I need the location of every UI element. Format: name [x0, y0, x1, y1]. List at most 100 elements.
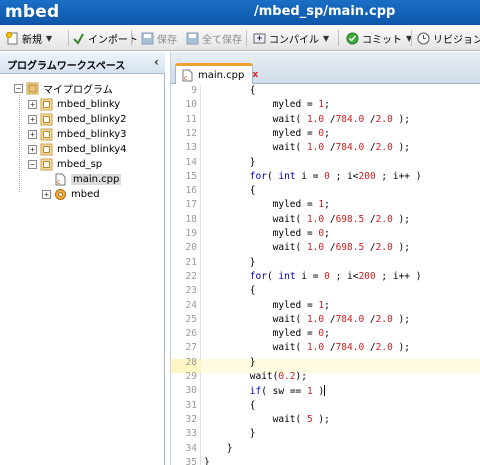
expand-toggle-icon[interactable]: + [28, 100, 37, 109]
code-line[interactable]: { [204, 285, 256, 296]
collapse-toggle-icon[interactable]: − [28, 160, 37, 169]
program-icon [40, 158, 53, 171]
line-number: 9 [191, 85, 197, 96]
commit-button[interactable]: コミット ▼ [346, 28, 412, 48]
toolbar-divider [246, 30, 247, 46]
code-line[interactable]: } [204, 357, 256, 368]
line-number: 21 [185, 256, 197, 268]
tree-root-my-programs[interactable]: − マイプログラム [14, 81, 113, 96]
compile-button[interactable]: コンパイル ▼ [253, 28, 329, 48]
compile-label: コンパイル [269, 34, 319, 46]
code-line[interactable]: myled = 0; [204, 128, 330, 139]
compile-icon [253, 32, 266, 45]
tab-main-cpp[interactable]: c main.cpp x [175, 63, 258, 84]
revision-clock-icon [417, 32, 430, 45]
code-line[interactable]: myled = 0; [204, 328, 330, 339]
code-line[interactable]: } [204, 457, 210, 465]
tab-label: main.cpp [198, 69, 245, 81]
import-icon [72, 32, 85, 45]
code-line[interactable]: wait(0.2); [204, 371, 307, 382]
code-line[interactable]: wait( 1.0 /698.5 /2.0 ); [204, 214, 410, 225]
code-line[interactable]: { [204, 185, 256, 196]
line-number: 22 [185, 270, 197, 282]
expand-toggle-icon[interactable]: + [28, 115, 37, 124]
code-line[interactable]: wait( 1.0 /698.5 /2.0 ); [204, 242, 410, 253]
code-line[interactable]: } [204, 157, 256, 168]
tree-item-mbed-library[interactable]: + mbed [42, 187, 100, 202]
code-line[interactable]: } [204, 257, 256, 268]
toolbar-divider [411, 30, 412, 46]
collapse-panel-icon[interactable]: ‹ [154, 55, 159, 69]
tree-item-mbed-blinky2[interactable]: + mbed_blinky2 [28, 112, 127, 127]
collapse-toggle-icon[interactable]: − [14, 84, 23, 93]
code-line[interactable]: wait( 5 ); [204, 414, 330, 425]
line-number: 11 [185, 113, 197, 125]
new-icon [5, 31, 19, 45]
line-number: 33 [185, 428, 197, 440]
revision-button[interactable]: リビジョン [417, 28, 480, 48]
toolbar: 新規 ▼ インポート 保存 全て保存 コンパイル ▼ コミット ▼ リビジョン [0, 25, 480, 51]
code-line[interactable]: } [204, 443, 233, 454]
tree-item-mbed-blinky[interactable]: + mbed_blinky [28, 97, 120, 112]
import-button[interactable]: インポート [72, 28, 138, 48]
line-number: 29 [185, 371, 197, 382]
program-icon [40, 98, 53, 111]
expand-toggle-icon[interactable]: + [42, 190, 51, 199]
expand-toggle-icon[interactable]: + [28, 130, 37, 139]
expand-toggle-icon[interactable]: + [28, 145, 37, 154]
line-number: 24 [185, 299, 197, 311]
code-line[interactable]: myled = 0; [204, 228, 330, 239]
title-bar: mbed /mbed_sp/main.cpp [0, 0, 480, 25]
toolbar-divider [68, 30, 69, 46]
line-number: 28 [185, 356, 197, 368]
chevron-down-icon: ▼ [323, 33, 330, 43]
code-line[interactable]: if( sw == 1 ) [204, 385, 326, 397]
code-line[interactable]: { [204, 85, 256, 96]
tree-item-main-cpp[interactable]: c main.cpp [54, 172, 122, 187]
tree-label: mbed_blinky3 [57, 129, 127, 140]
code-line[interactable]: wait( 1.0 /784.0 /2.0 ); [204, 314, 410, 325]
code-line[interactable]: wait( 1.0 /784.0 /2.0 ); [204, 114, 410, 125]
code-line[interactable]: myled = 1; [204, 300, 330, 311]
close-tab-icon[interactable]: x [252, 70, 258, 80]
line-number: 30 [185, 385, 197, 397]
line-number: 27 [185, 342, 197, 354]
code-line[interactable]: } [204, 428, 256, 439]
save-label: 保存 [157, 34, 177, 46]
text-cursor [324, 385, 326, 397]
tree-label: mbed_blinky4 [57, 144, 127, 155]
tree-label: mbed_blinky [57, 99, 121, 110]
library-gear-icon [54, 188, 67, 201]
code-line[interactable]: myled = 1; [204, 199, 330, 210]
tree-item-mbed-sp[interactable]: − mbed_sp [28, 157, 102, 172]
code-line[interactable]: wait( 1.0 /784.0 /2.0 ); [204, 342, 410, 353]
code-line[interactable]: for( int i = 0 ; i<200 ; i++ ) [204, 171, 422, 182]
code-line[interactable]: wait( 1.0 /784.0 /2.0 ); [204, 142, 410, 153]
code-line[interactable]: for( int i = 0 ; i<200 ; i++ ) [204, 271, 422, 282]
revision-label: リビジョン [433, 34, 480, 46]
tree-label: mbed_sp [57, 159, 103, 170]
line-number: 26 [185, 328, 197, 340]
line-number: 15 [185, 170, 197, 182]
cpp-file-icon: c [54, 173, 67, 186]
code-editor-panel: c main.cpp x 9 {10 myled = 1; 11 wait( 1.… [170, 52, 480, 465]
line-number: 16 [185, 185, 197, 197]
tree-item-mbed-blinky3[interactable]: + mbed_blinky3 [28, 127, 127, 142]
line-number: 10 [185, 99, 197, 111]
line-number: 14 [185, 156, 197, 168]
cpp-file-icon: c [181, 69, 194, 82]
save-all-button[interactable]: 全て保存 [186, 28, 242, 48]
code-line[interactable]: myled = 1; [204, 99, 330, 110]
commit-label: コミット [362, 34, 402, 46]
tree-guide-line [19, 95, 20, 192]
tree-item-mbed-blinky4[interactable]: + mbed_blinky4 [28, 142, 127, 157]
tree-label: mbed [71, 189, 100, 200]
code-area[interactable]: 9 {10 myled = 1; 11 wait( 1.0 /784.0 /2.0… [171, 85, 480, 465]
line-number: 23 [185, 285, 197, 297]
new-button[interactable]: 新規 ▼ [5, 28, 52, 48]
code-line[interactable]: { [204, 400, 256, 411]
save-all-icon [186, 32, 199, 45]
svg-text:c: c [57, 179, 60, 186]
line-number: 34 [185, 442, 197, 454]
save-button[interactable]: 保存 [141, 28, 177, 48]
